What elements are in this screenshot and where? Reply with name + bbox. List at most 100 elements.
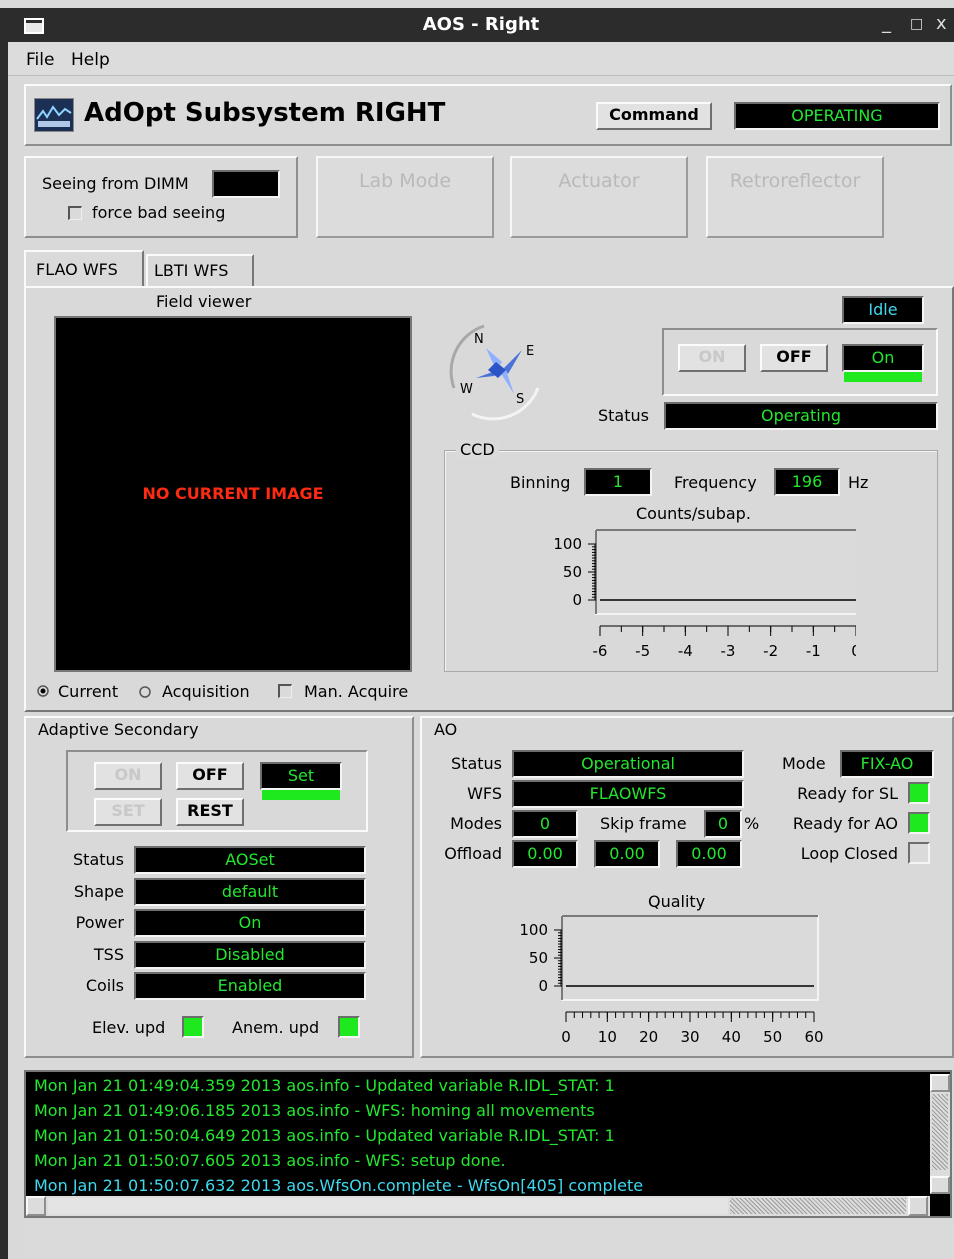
log-line: Mon Jan 21 01:49:04.359 2013 aos.info - … [34, 1076, 615, 1095]
quality-chart: Quality 100 50 0 0 10 20 30 40 50 60 [482, 888, 842, 1048]
elev-upd-label: Elev. upd [92, 1018, 166, 1037]
adsec-tss-label: TSS [93, 945, 124, 964]
x-tick-label: -1 [806, 642, 821, 660]
command-button[interactable]: Command [596, 102, 712, 130]
log-line: Mon Jan 21 01:50:04.649 2013 aos.info - … [34, 1126, 615, 1145]
log-line: Mon Jan 21 01:50:07.605 2013 aos.info - … [34, 1151, 506, 1170]
y-tick-label: 100 [519, 921, 548, 939]
log-horizontal-scrollbar[interactable] [26, 1196, 930, 1216]
minimize-icon[interactable]: _ [882, 13, 891, 34]
compass-n-label: N [474, 332, 484, 347]
ao-offload-value-2: 0.00 [594, 840, 660, 868]
compass-w-label: W [460, 382, 473, 397]
adsec-panel: Adaptive Secondary ON OFF Set SET REST S… [24, 716, 414, 1058]
x-tick-label: -2 [763, 642, 778, 660]
force-bad-seeing-checkbox[interactable] [68, 206, 82, 220]
log-vertical-scrollbar[interactable] [930, 1074, 950, 1194]
man-acquire-label: Man. Acquire [304, 682, 409, 701]
status-strip [24, 1220, 954, 1259]
close-icon[interactable]: x [936, 13, 947, 34]
wfs-tab-panel: Field viewer NO CURRENT IMAGE N E W S Id… [24, 286, 954, 712]
wfs-on-button[interactable]: ON [678, 344, 746, 372]
field-viewer-title: Field viewer [156, 292, 252, 311]
man-acquire-checkbox[interactable] [278, 684, 292, 698]
field-viewer-image[interactable]: NO CURRENT IMAGE [54, 316, 412, 672]
maximize-icon[interactable]: □ [910, 16, 923, 32]
x-tick-label: 0 [561, 1028, 571, 1046]
ao-status-label: Status [451, 754, 502, 773]
adsec-status-label: Status [73, 850, 124, 869]
tab-flao-wfs-label: FLAO WFS [36, 260, 118, 279]
subsystem-state-display: OPERATING [734, 102, 940, 130]
ao-modes-label: Modes [450, 814, 502, 833]
x-tick-label: -5 [635, 642, 650, 660]
adsec-rest-button[interactable]: REST [176, 798, 244, 826]
horizontal-scroll-thumb[interactable] [48, 1198, 728, 1214]
ao-panel: AO Status Operational WFS FLAOWFS Modes … [420, 716, 954, 1058]
seeing-panel: Seeing from DIMM force bad seeing [24, 156, 298, 238]
x-tick-label: 30 [680, 1028, 699, 1046]
frequency-unit: Hz [848, 473, 869, 492]
wfs-off-button[interactable]: OFF [760, 344, 828, 372]
tab-lbti-wfs[interactable]: LBTI WFS [146, 254, 254, 286]
radio-current[interactable] [36, 684, 50, 698]
vertical-scroll-thumb[interactable] [932, 1094, 948, 1170]
radio-acquisition[interactable] [138, 684, 152, 698]
x-tick-label: -6 [593, 642, 608, 660]
ready-sl-label: Ready for SL [797, 784, 898, 803]
x-tick-label: 20 [639, 1028, 658, 1046]
seeing-value [212, 170, 280, 198]
scroll-right-icon[interactable] [908, 1196, 928, 1216]
adsec-status-value: AOSet [134, 846, 366, 874]
ao-offload-value-3: 0.00 [676, 840, 742, 868]
adsec-off-button[interactable]: OFF [176, 762, 244, 790]
adsec-power-value: On [134, 909, 366, 937]
wfs-idle-display: Idle [842, 296, 924, 324]
y-tick-label: 0 [572, 591, 582, 609]
menu-file[interactable]: File [26, 50, 54, 70]
window-title: AOS - Right [422, 14, 540, 35]
wfs-status-value: Operating [664, 402, 938, 430]
compass-e-label: E [526, 344, 535, 359]
menu-file-label: File [26, 50, 55, 70]
adsec-set-button[interactable]: SET [94, 798, 162, 826]
ao-wfs-value: FLAOWFS [512, 780, 744, 808]
ao-wfs-label: WFS [467, 784, 502, 803]
retroreflector-button[interactable]: Retroreflector [706, 156, 884, 238]
anem-upd-indicator [338, 1016, 360, 1038]
scroll-down-icon[interactable] [930, 1176, 950, 1194]
wfs-power-group: ON OFF On [662, 328, 938, 396]
adsec-coils-value: Enabled [134, 972, 366, 1000]
radio-acquisition-label: Acquisition [162, 682, 250, 701]
ao-offload-value-1: 0.00 [512, 840, 578, 868]
ao-title: AO [434, 720, 458, 739]
ready-ao-label: Ready for AO [792, 814, 898, 833]
x-tick-label: 10 [598, 1028, 617, 1046]
compass-s-label: S [516, 392, 525, 407]
desktop-edge [0, 8, 8, 1259]
lab-mode-button[interactable]: Lab Mode [316, 156, 494, 238]
scroll-left-icon[interactable] [26, 1196, 46, 1216]
x-tick-label: 60 [804, 1028, 823, 1046]
horizontal-scroll-track [730, 1198, 906, 1214]
adsec-state-display: Set [260, 762, 342, 790]
compass-icon: N E W S [444, 318, 556, 422]
no-image-text: NO CURRENT IMAGE [142, 484, 324, 503]
adsec-on-button[interactable]: ON [94, 762, 162, 790]
tab-flao-wfs[interactable]: FLAO WFS [24, 250, 144, 288]
log-panel[interactable]: Mon Jan 21 01:49:04.359 2013 aos.info - … [24, 1070, 952, 1218]
ao-status-value: Operational [512, 750, 744, 778]
counts-chart-svg: 100 50 0 -6 -5 -4 -3 -2 -1 0 [553, 529, 856, 660]
header-title: AdOpt Subsystem RIGHT [84, 98, 446, 128]
x-tick-label: -4 [678, 642, 693, 660]
actuator-button[interactable]: Actuator [510, 156, 688, 238]
menu-help[interactable]: Help [71, 50, 110, 70]
scroll-up-icon[interactable] [930, 1074, 950, 1092]
x-tick-label: -3 [721, 642, 736, 660]
binning-value: 1 [584, 468, 652, 496]
frequency-label: Frequency [674, 473, 757, 492]
ao-skip-frame-label: Skip frame [600, 814, 687, 833]
window-titlebar: AOS - Right _ □ x [8, 8, 954, 42]
adsec-state-bar [262, 790, 340, 800]
adsec-tss-value: Disabled [134, 941, 366, 969]
